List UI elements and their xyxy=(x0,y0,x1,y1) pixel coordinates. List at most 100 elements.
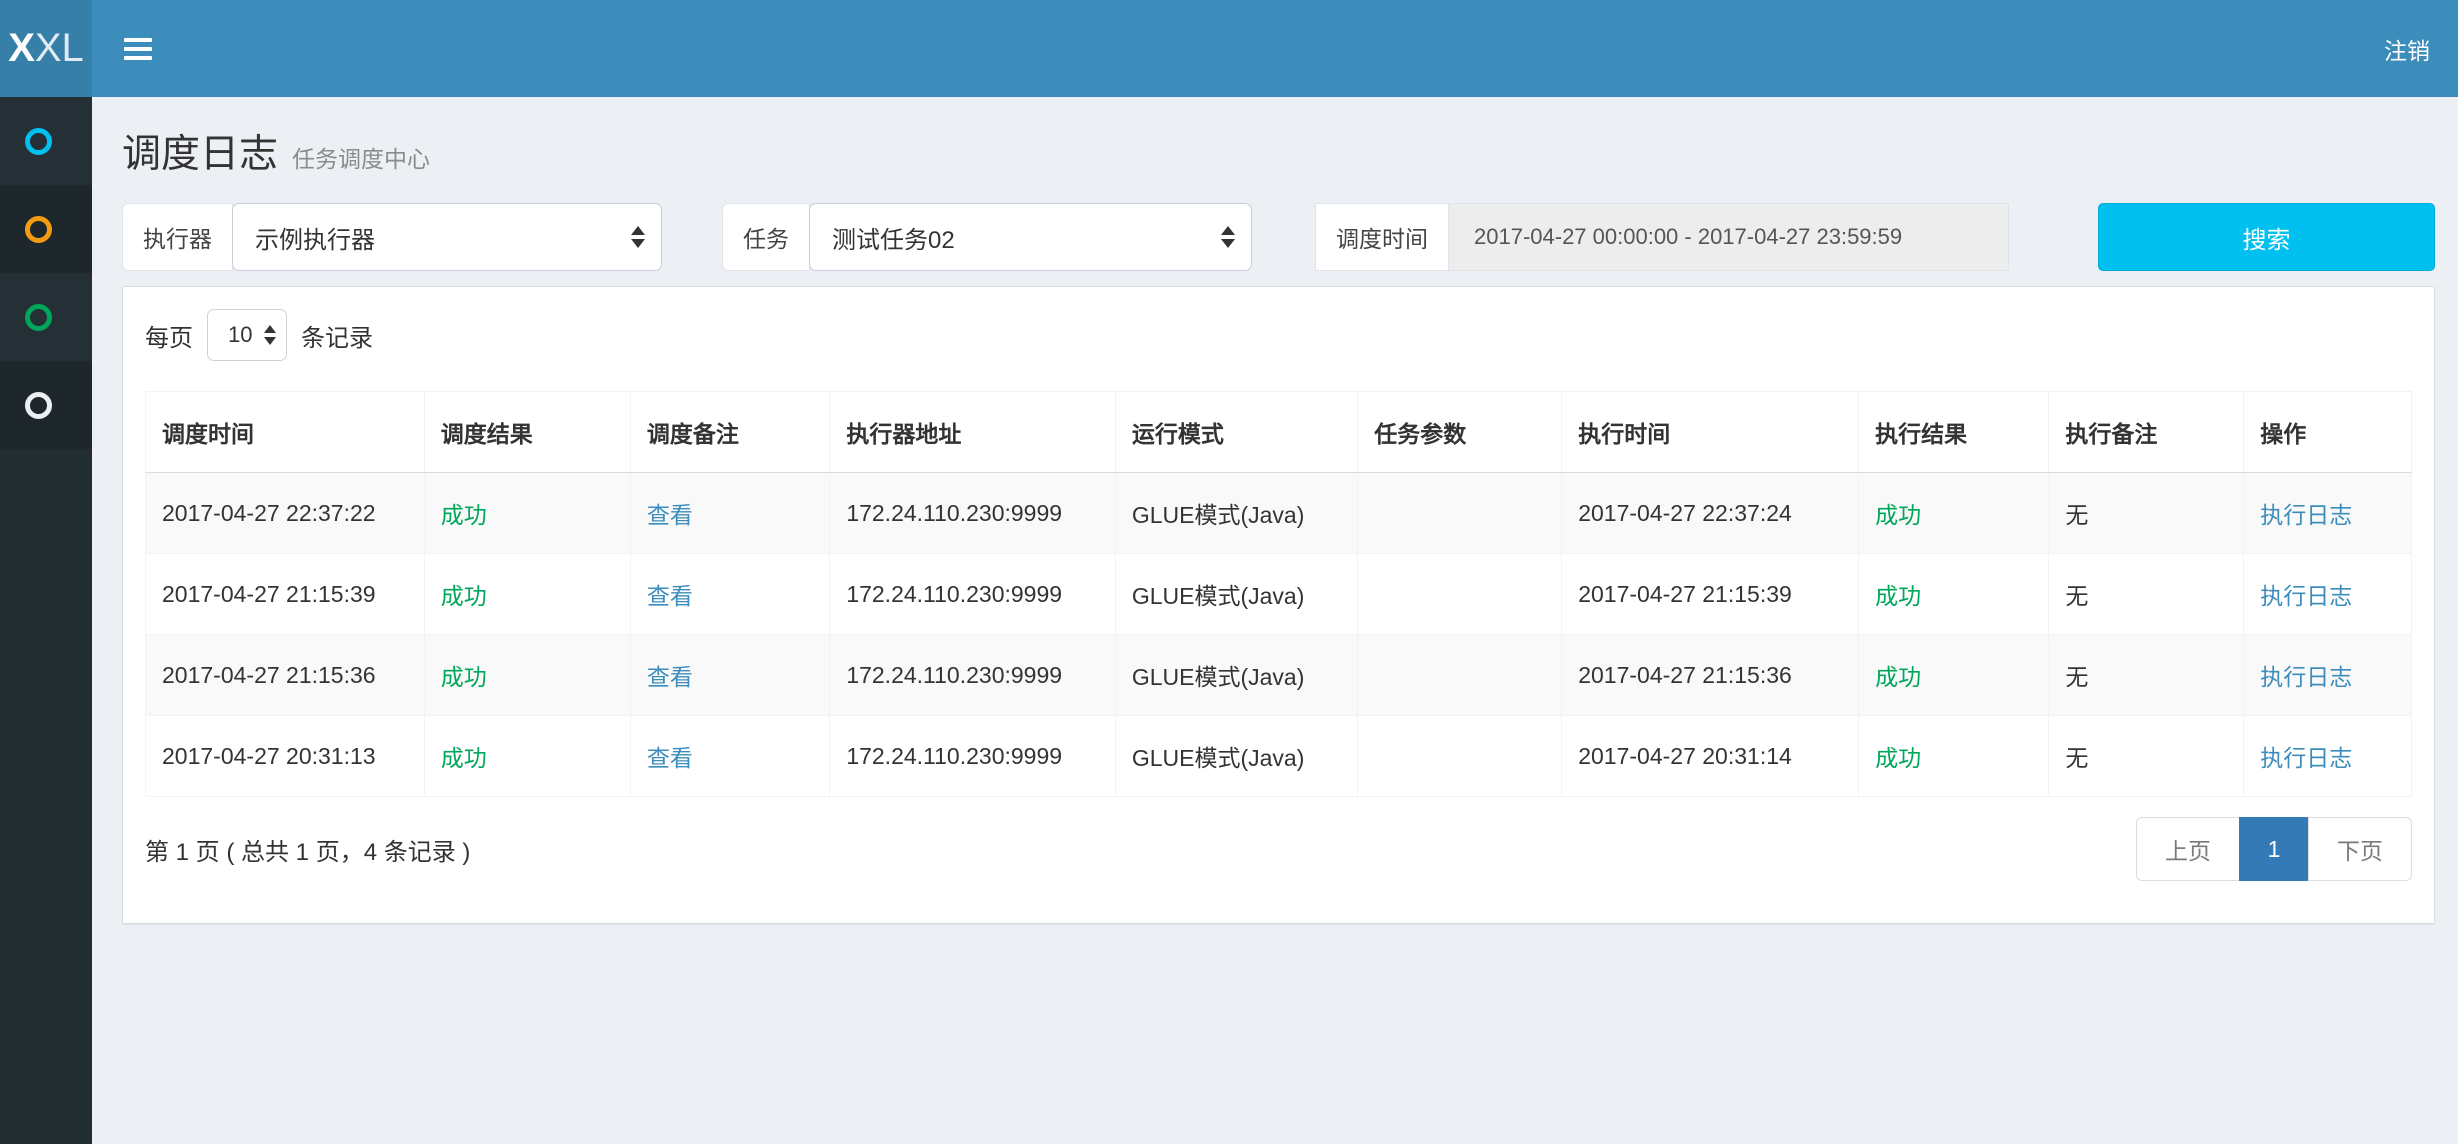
cell-text: GLUE模式(Java) xyxy=(1132,745,1305,771)
sidebar-item-job-manage[interactable] xyxy=(0,185,92,273)
hamburger-icon xyxy=(124,38,152,60)
pagination: 上页 1 下页 xyxy=(2136,817,2412,881)
executor-select[interactable]: 示例执行器 xyxy=(232,203,662,271)
top-navbar: XXL 注销 xyxy=(0,0,2458,97)
prev-page-button[interactable]: 上页 xyxy=(2136,817,2240,881)
executor-select-value: 示例执行器 xyxy=(255,220,375,255)
perpage-select-value: 10 xyxy=(228,322,252,348)
cell-text: 2017-04-27 21:15:36 xyxy=(162,662,376,688)
navbar: 注销 xyxy=(92,0,2458,97)
filter-bar: 执行器 示例执行器 任务 测试任务02 调度时间 2017-04-27 00:0… xyxy=(122,203,2435,271)
cell-text: 2017-04-27 21:15:39 xyxy=(1578,581,1792,607)
cell-text: 2017-04-27 20:31:13 xyxy=(162,743,376,769)
cell-text: 2017-04-27 21:15:39 xyxy=(162,581,376,607)
content-header: 调度日志 任务调度中心 xyxy=(122,123,2435,179)
status-text: 成功 xyxy=(441,745,487,771)
sidebar-item-dashboard[interactable] xyxy=(0,97,92,185)
perpage-control: 每页 10 条记录 xyxy=(145,309,2412,361)
cell-text: 172.24.110.230:9999 xyxy=(846,743,1062,769)
search-button[interactable]: 搜索 xyxy=(2098,203,2435,271)
cell-text: 无 xyxy=(2065,583,2088,609)
column-header: 操作 xyxy=(2244,392,2412,473)
select-arrows-icon xyxy=(264,325,276,345)
circle-o-icon xyxy=(25,216,52,243)
table-row: 2017-04-27 22:37:22 成功 查看 172.24.110.230:99… xyxy=(146,473,2412,554)
status-text: 成功 xyxy=(1875,502,1921,528)
status-text: 成功 xyxy=(1875,664,1921,690)
log-table: 调度时间调度结果调度备注执行器地址运行模式任务参数执行时间执行结果执行备注操作 … xyxy=(145,391,2412,797)
executor-filter-group: 执行器 示例执行器 xyxy=(122,203,662,271)
cell-text: 无 xyxy=(2065,745,2088,771)
view-remark-link[interactable]: 查看 xyxy=(647,583,693,609)
executor-filter-label: 执行器 xyxy=(122,203,233,271)
cell-text: GLUE模式(Java) xyxy=(1132,502,1305,528)
job-filter-group: 任务 测试任务02 xyxy=(722,203,1252,271)
time-filter-group: 调度时间 2017-04-27 00:00:00 - 2017-04-27 23… xyxy=(1315,203,2009,271)
current-page-button[interactable]: 1 xyxy=(2239,817,2309,881)
status-text: 成功 xyxy=(441,583,487,609)
cell-text: 无 xyxy=(2065,664,2088,690)
cell-text: 2017-04-27 21:15:36 xyxy=(1578,662,1792,688)
exec-log-link[interactable]: 执行日志 xyxy=(2260,745,2352,771)
column-header: 调度备注 xyxy=(630,392,829,473)
column-header: 执行备注 xyxy=(2049,392,2244,473)
circle-o-icon xyxy=(25,304,52,331)
exec-log-link[interactable]: 执行日志 xyxy=(2260,502,2352,528)
next-page-button[interactable]: 下页 xyxy=(2308,817,2412,881)
job-filter-label: 任务 xyxy=(722,203,810,271)
app-logo-text: XL xyxy=(35,26,84,71)
cell-text: 无 xyxy=(2065,502,2088,528)
column-header: 执行时间 xyxy=(1562,392,1859,473)
select-arrows-icon xyxy=(1221,226,1235,248)
log-table-header-row: 调度时间调度结果调度备注执行器地址运行模式任务参数执行时间执行结果执行备注操作 xyxy=(146,392,2412,473)
log-table-body: 2017-04-27 22:37:22成功查看172.24.110.230:99… xyxy=(146,473,2412,797)
column-header: 运行模式 xyxy=(1115,392,1357,473)
column-header: 执行结果 xyxy=(1859,392,2049,473)
page-title: 调度日志 xyxy=(122,123,278,179)
perpage-suffix-label: 条记录 xyxy=(301,318,373,353)
view-remark-link[interactable]: 查看 xyxy=(647,745,693,771)
column-header: 任务参数 xyxy=(1358,392,1562,473)
status-text: 成功 xyxy=(441,502,487,528)
cell-text: GLUE模式(Java) xyxy=(1132,583,1305,609)
view-remark-link[interactable]: 查看 xyxy=(647,502,693,528)
cell-text: 2017-04-27 22:37:22 xyxy=(162,500,376,526)
job-select-value: 测试任务02 xyxy=(832,220,955,255)
cell-text: 172.24.110.230:9999 xyxy=(846,662,1062,688)
time-filter-label: 调度时间 xyxy=(1315,203,1449,271)
logout-link[interactable]: 注销 xyxy=(2356,0,2458,97)
column-header: 执行器地址 xyxy=(830,392,1116,473)
select-arrows-icon xyxy=(631,226,645,248)
pagination-summary: 第 1 页 ( 总共 1 页，4 条记录 ) xyxy=(145,832,470,867)
cell-text: 172.24.110.230:9999 xyxy=(846,500,1062,526)
view-remark-link[interactable]: 查看 xyxy=(647,664,693,690)
column-header: 调度结果 xyxy=(424,392,630,473)
page-subtitle: 任务调度中心 xyxy=(292,140,430,174)
sidebar-item-help[interactable] xyxy=(0,361,92,449)
perpage-select[interactable]: 10 xyxy=(207,309,287,361)
log-panel: 每页 10 条记录 调度时间调度结果调度备注执行器地址运行模式任务参数执行时间执… xyxy=(122,286,2435,924)
circle-o-icon xyxy=(25,392,52,419)
sidebar-toggle-button[interactable] xyxy=(92,0,184,97)
cell-text: GLUE模式(Java) xyxy=(1132,664,1305,690)
table-row: 2017-04-27 21:15:39 成功 查看 172.24.110.230:99… xyxy=(146,554,2412,635)
sidebar-item-dispatch-log[interactable] xyxy=(0,273,92,361)
circle-o-icon xyxy=(25,128,52,155)
status-text: 成功 xyxy=(441,664,487,690)
status-text: 成功 xyxy=(1875,745,1921,771)
table-row: 2017-04-27 20:31:13 成功 查看 172.24.110.230:99… xyxy=(146,716,2412,797)
time-range-input[interactable]: 2017-04-27 00:00:00 - 2017-04-27 23:59:5… xyxy=(1449,203,2009,271)
table-row: 2017-04-27 21:15:36 成功 查看 172.24.110.230:99… xyxy=(146,635,2412,716)
app-logo[interactable]: XXL xyxy=(0,0,92,97)
column-header: 调度时间 xyxy=(146,392,425,473)
pagination-row: 第 1 页 ( 总共 1 页，4 条记录 ) 上页 1 下页 xyxy=(145,817,2412,881)
cell-text: 172.24.110.230:9999 xyxy=(846,581,1062,607)
cell-text: 2017-04-27 22:37:24 xyxy=(1578,500,1792,526)
cell-text: 2017-04-27 20:31:14 xyxy=(1578,743,1792,769)
exec-log-link[interactable]: 执行日志 xyxy=(2260,664,2352,690)
perpage-prefix-label: 每页 xyxy=(145,318,193,353)
job-select[interactable]: 测试任务02 xyxy=(809,203,1252,271)
sidebar-menu xyxy=(0,97,92,1144)
status-text: 成功 xyxy=(1875,583,1921,609)
exec-log-link[interactable]: 执行日志 xyxy=(2260,583,2352,609)
